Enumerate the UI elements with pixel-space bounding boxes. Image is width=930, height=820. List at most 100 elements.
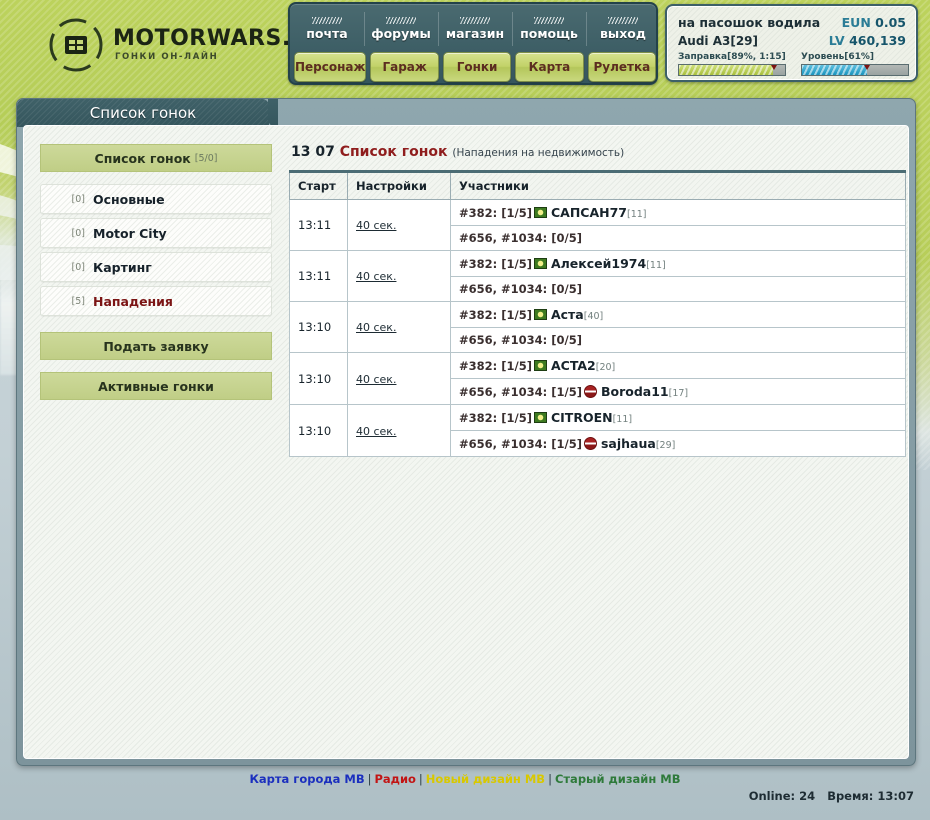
sidebar-item-count: [0] bbox=[71, 261, 85, 273]
navigation-panel: почта форумы магазин помощь выход Персон… bbox=[288, 2, 658, 85]
table-row: 13:11 40 сек. #382: [1/5] САПСАН77[11] bbox=[289, 199, 906, 251]
green-target-icon bbox=[533, 360, 547, 371]
sidebar-item-count: [0] bbox=[71, 227, 85, 239]
window-tab-title: Список гонок bbox=[89, 104, 197, 122]
fuel-bar-marker bbox=[771, 65, 778, 70]
sidebar-item-count: [5] bbox=[71, 295, 85, 307]
race-settings-link[interactable]: 40 сек. bbox=[356, 373, 396, 386]
footer-separator: | bbox=[367, 772, 372, 786]
sidebar-item-motor-city[interactable]: [0] Motor City bbox=[40, 218, 272, 248]
sidebar-item-karting[interactable]: [0] Картинг bbox=[40, 252, 272, 282]
participant-name[interactable]: Алексей1974 bbox=[551, 256, 646, 271]
submit-application-button[interactable]: Подать заявку bbox=[40, 332, 272, 360]
column-header-start: Старт bbox=[289, 170, 348, 200]
nav-mail[interactable]: почта bbox=[290, 6, 364, 52]
window-tab-header[interactable]: Список гонок bbox=[17, 99, 278, 127]
player-currency: EUN 0.05 bbox=[842, 15, 906, 30]
logo-ring-icon bbox=[49, 18, 103, 72]
table-row: 13:10 40 сек. #382: [1/5] ACTA2[20] bbox=[289, 352, 906, 405]
currency-value: 0.05 bbox=[875, 15, 906, 30]
hatch-decoration-icon bbox=[534, 17, 564, 24]
nav-races[interactable]: Гонки bbox=[442, 52, 512, 82]
hatch-decoration-icon bbox=[386, 17, 416, 24]
nav-shop[interactable]: магазин bbox=[438, 6, 512, 52]
footer-link[interactable]: Новый дизайн МВ bbox=[426, 772, 545, 786]
exp-bar-fill bbox=[802, 65, 867, 75]
online-value: 24 bbox=[799, 789, 816, 803]
nav-roulette[interactable]: Рулетка bbox=[587, 52, 657, 82]
footer-link[interactable]: Карта города МВ bbox=[249, 772, 364, 786]
logo-tagline: ГОНКИ ОН-ЛАЙН bbox=[115, 52, 219, 62]
nav-help-label: помощь bbox=[520, 26, 578, 41]
races-table-head: Старт Настройки Участники bbox=[289, 170, 906, 200]
race-settings-cell: 40 сек. bbox=[347, 199, 451, 251]
page-title-subtitle: (Нападения на недвижимость) bbox=[452, 147, 625, 159]
exp-bar-label: Уровень[61%] bbox=[801, 52, 875, 62]
hatch-decoration-icon bbox=[460, 17, 490, 24]
red-block-icon bbox=[583, 437, 597, 450]
footer-links: Карта города МВ | Радио | Новый дизайн МВ | Ст… bbox=[0, 772, 930, 786]
participant-level: [11] bbox=[646, 260, 666, 271]
race-participants-cell: #656, #1034: [0/5] bbox=[450, 276, 906, 302]
race-start-time: 13:11 bbox=[289, 199, 348, 251]
nav-help[interactable]: помощь bbox=[512, 6, 586, 52]
column-header-settings: Настройки bbox=[347, 170, 451, 200]
race-participants-cell: #382: [1/5] CITROEN[11] bbox=[450, 404, 906, 431]
nav-map[interactable]: Карта bbox=[515, 52, 584, 82]
sidebar-header-races-list[interactable]: Список гонок [5/0] bbox=[40, 144, 272, 172]
race-participants-cell: #382: [1/5] Аста[40] bbox=[450, 301, 906, 328]
table-row: 13:10 40 сек. #382: [1/5] CITROEN[11] bbox=[289, 404, 906, 457]
column-header-participants: Участники bbox=[450, 170, 906, 200]
race-participants-cell: #382: [1/5] САПСАН77[11] bbox=[450, 199, 906, 226]
race-start-time: 13:10 bbox=[289, 352, 348, 405]
site-header: MOTORWARS.RU ГОНКИ ОН-ЛАЙН почта форумы … bbox=[0, 0, 930, 88]
race-start-time: 13:11 bbox=[289, 250, 348, 302]
green-target-icon bbox=[533, 207, 547, 218]
race-participants-cell: #382: [1/5] ACTA2[20] bbox=[450, 352, 906, 379]
nav-logout[interactable]: выход bbox=[586, 6, 660, 52]
footer-link[interactable]: Старый дизайн МВ bbox=[555, 772, 681, 786]
hatch-decoration-icon bbox=[312, 17, 342, 24]
sidebar-item-napadeniya[interactable]: [5] Нападения bbox=[40, 286, 272, 316]
footer-status: Online: 24 Время: 13:07 bbox=[749, 789, 914, 803]
site-logo[interactable]: MOTORWARS.RU ГОНКИ ОН-ЛАЙН bbox=[18, 2, 326, 86]
races-table-body: 13:11 40 сек. #382: [1/5] САПСАН77[11] #656,… bbox=[289, 199, 906, 457]
race-settings-link[interactable]: 40 сек. bbox=[356, 270, 396, 283]
race-participants-cell: #382: [1/5] Алексей1974[11] bbox=[450, 250, 906, 277]
participant-name[interactable]: sajhaua bbox=[601, 436, 656, 451]
participant-slot-info: #382: [1/5] bbox=[459, 411, 532, 425]
participant-name[interactable]: Boroda11 bbox=[601, 384, 669, 399]
race-participants-cell: #656, #1034: [1/5] Boroda11[17] bbox=[450, 378, 906, 405]
table-row: 13:11 40 сек. #382: [1/5] Алексей1974[11] bbox=[289, 250, 906, 302]
footer-link[interactable]: Радио bbox=[374, 772, 415, 786]
fuel-bar-label: Заправка[89%, 1:15] bbox=[678, 52, 786, 62]
player-level: LV 460,139 bbox=[829, 33, 906, 48]
sidebar-item-osnovnye[interactable]: [0] Основные bbox=[40, 184, 272, 214]
participant-slot-info: #382: [1/5] bbox=[459, 308, 532, 322]
participant-slot-info: #656, #1034: [1/5] bbox=[459, 437, 582, 451]
participant-name[interactable]: CITROEN bbox=[551, 410, 613, 425]
nav-garage[interactable]: Гараж bbox=[370, 52, 439, 82]
player-status-panel: на пасошок водила Audi A3[29] EUN 0.05 L… bbox=[665, 4, 918, 82]
navigation-top-row: почта форумы магазин помощь выход bbox=[290, 6, 660, 52]
race-settings-link[interactable]: 40 сек. bbox=[356, 219, 396, 232]
races-table-header-row: Старт Настройки Участники bbox=[289, 170, 906, 200]
page-title-time: 13 07 bbox=[291, 144, 335, 160]
sidebar-item-label: Картинг bbox=[93, 259, 152, 275]
exp-bar-track bbox=[801, 64, 909, 76]
green-target-icon bbox=[533, 258, 547, 269]
participant-name[interactable]: САПСАН77 bbox=[551, 205, 627, 220]
participant-name[interactable]: ACTA2 bbox=[551, 358, 596, 373]
table-row: 13:10 40 сек. #382: [1/5] Аста[40] bbox=[289, 301, 906, 353]
race-settings-link[interactable]: 40 сек. bbox=[356, 321, 396, 334]
red-block-icon bbox=[583, 385, 597, 398]
active-races-button[interactable]: Активные гонки bbox=[40, 372, 272, 400]
nav-forums[interactable]: форумы bbox=[364, 6, 438, 52]
participant-name[interactable]: Аста bbox=[551, 307, 584, 322]
sidebar-item-label: Нападения bbox=[93, 293, 173, 309]
race-settings-link[interactable]: 40 сек. bbox=[356, 425, 396, 438]
nav-character[interactable]: Персонаж bbox=[294, 52, 367, 82]
participant-slot-info: #382: [1/5] bbox=[459, 359, 532, 373]
